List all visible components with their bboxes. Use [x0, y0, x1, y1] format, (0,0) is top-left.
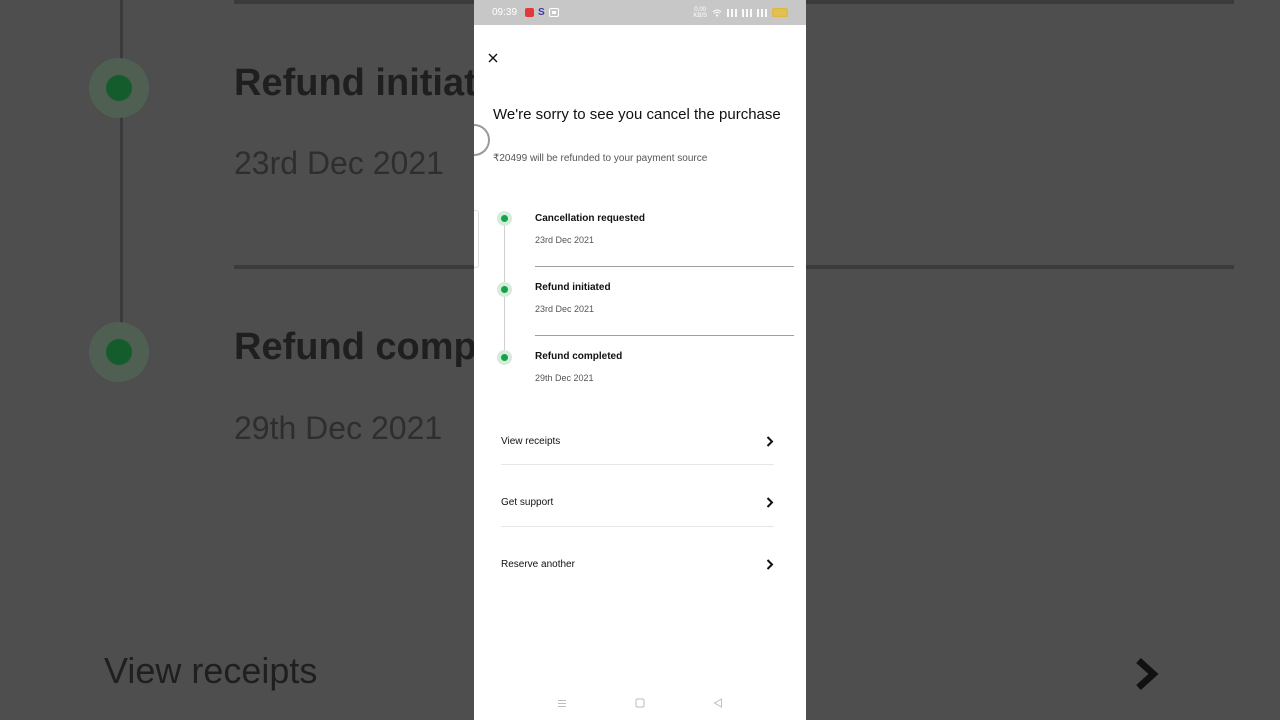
timeline-divider [535, 335, 794, 336]
timeline-status-dot [497, 211, 512, 226]
signal-icon [727, 8, 737, 17]
side-card-fragment [474, 210, 479, 268]
back-triangle-icon [713, 698, 722, 708]
background-date: 23rd Dec 2021 [234, 145, 444, 181]
signal-icon [757, 8, 767, 17]
timeline-step-date: 23rd Dec 2021 [535, 235, 595, 245]
timeline-step-label: Refund initiated [535, 282, 611, 293]
background-refund-completed: Refund comp [234, 326, 477, 368]
side-radio-indicator [474, 124, 490, 156]
get-support-button[interactable]: Get support [501, 482, 774, 522]
background-timeline-dot [89, 322, 149, 382]
back-button[interactable] [711, 696, 725, 710]
s-app-icon: S [538, 7, 545, 18]
chevron-right-icon [766, 558, 774, 570]
view-receipts-button[interactable]: View receipts [501, 421, 774, 461]
status-time: 09:39 [492, 7, 518, 18]
menu-item-label: View receipts [501, 435, 561, 447]
menu-item-label: Reserve another [501, 558, 575, 570]
battery-icon [772, 8, 788, 17]
recent-apps-button[interactable] [555, 696, 569, 710]
status-bar: 09:39 S 0.00 KB/S [474, 0, 806, 25]
close-icon [488, 53, 498, 63]
network-speed: 0.00 KB/S [693, 6, 707, 19]
background-view-receipts: View receipts [104, 650, 318, 691]
timeline-divider [535, 266, 794, 267]
menu-item-label: Get support [501, 496, 554, 508]
chevron-right-icon [766, 496, 774, 508]
page-title: We're sorry to see you cancel the purcha… [493, 106, 781, 123]
timeline-step-date: 29th Dec 2021 [535, 373, 594, 383]
timeline-status-dot [497, 282, 512, 297]
notification-app-icon [525, 8, 535, 17]
background-date: 29th Dec 2021 [234, 410, 443, 446]
wifi-icon [712, 9, 722, 16]
background-timeline-dot [89, 58, 149, 118]
background-refund-initiated: Refund initiat [234, 62, 477, 104]
refund-amount-text: ₹20499 will be refunded to your payment … [493, 153, 708, 164]
background-chevron-right-icon [1136, 657, 1159, 691]
timeline-step-date: 23rd Dec 2021 [535, 304, 595, 314]
timeline-step-label: Refund completed [535, 351, 623, 362]
background-timeline-line [120, 0, 123, 330]
timeline-step-label: Cancellation requested [535, 213, 646, 224]
reserve-another-button[interactable]: Reserve another [501, 544, 774, 584]
notification-box-icon [548, 8, 559, 17]
phone-screen: 09:39 S 0.00 KB/S We're sorry to see you… [474, 0, 806, 720]
menu-divider [501, 464, 774, 465]
close-button[interactable] [482, 47, 504, 69]
signal-icon [742, 8, 752, 17]
menu-divider [501, 526, 774, 527]
system-navigation-bar [474, 686, 806, 720]
menu-lines-icon [558, 699, 566, 707]
timeline-status-dot [497, 350, 512, 365]
home-button[interactable] [633, 696, 647, 710]
chevron-right-icon [766, 435, 774, 447]
home-square-icon [635, 698, 645, 708]
